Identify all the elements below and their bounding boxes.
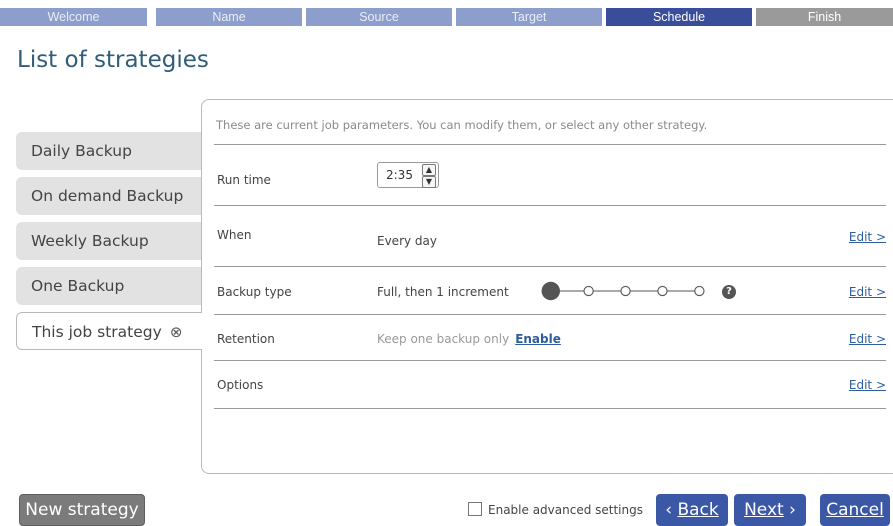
back-arrow-icon: ‹ [665,500,673,520]
retention-label: Retention [217,332,275,346]
step-target[interactable]: Target [456,8,602,26]
back-label: Back [677,500,719,520]
next-button[interactable]: Next › [734,494,806,526]
advanced-settings-label: Enable advanced settings [488,503,643,517]
when-row: When Every day Edit > [214,205,886,267]
retention-edit-link[interactable]: Edit > [849,332,886,346]
strategy-on-demand-backup[interactable]: On demand Backup [16,177,202,215]
options-row: Options Edit > [214,360,886,409]
wizard-steps: Welcome Name Source Target Schedule Fini… [0,8,893,26]
run-time-label: Run time [217,173,271,187]
new-strategy-button[interactable]: New strategy [19,494,145,526]
step-schedule[interactable]: Schedule [606,8,752,26]
backup-type-row: Backup type Full, then 1 increment ? Edi… [214,266,886,315]
slider-step[interactable] [657,285,668,297]
next-arrow-icon: › [789,500,796,520]
strategy-weekly-backup[interactable]: Weekly Backup [16,222,202,260]
increment-up-icon[interactable]: ▲ [422,164,436,176]
advanced-settings-checkbox[interactable] [468,502,482,516]
back-button[interactable]: ‹ Back [656,494,728,526]
step-name[interactable]: Name [156,8,302,26]
slider-step[interactable] [583,285,594,297]
run-time-row: Run time 2:35 ▲ ▼ [214,144,886,206]
options-edit-link[interactable]: Edit > [849,378,886,392]
slider-step[interactable] [694,285,705,297]
strategy-daily-backup[interactable]: Daily Backup [16,132,202,170]
backup-type-label: Backup type [217,285,292,299]
strategy-label: Daily Backup [31,142,132,160]
help-icon[interactable]: ? [722,285,736,299]
backup-type-edit-link[interactable]: Edit > [849,285,886,299]
cancel-button[interactable]: Cancel [820,494,890,526]
strategy-label: This job strategy [32,323,162,341]
step-source[interactable]: Source [306,8,452,26]
strategy-one-backup[interactable]: One Backup [16,267,202,305]
advanced-settings-toggle[interactable]: Enable advanced settings [468,502,643,517]
strategy-label: Weekly Backup [31,232,149,250]
strategy-this-job[interactable]: This job strategy ⊗ [16,312,202,350]
options-label: Options [217,378,264,392]
run-time-stepper[interactable]: 2:35 ▲ ▼ [377,162,439,188]
retention-enable-link[interactable]: Enable [515,332,561,346]
panel-intro: These are current job parameters. You ca… [216,118,708,132]
job-parameters-panel: These are current job parameters. You ca… [201,99,893,474]
retention-value: Keep one backup only Enable [377,332,561,346]
step-welcome[interactable]: Welcome [0,8,147,26]
retention-text: Keep one backup only [377,332,510,346]
backup-type-value: Full, then 1 increment [377,285,509,299]
strategy-label: One Backup [31,277,125,295]
next-label: Next [744,500,784,520]
when-value: Every day [377,234,437,248]
step-finish: Finish [756,8,893,26]
when-label: When [217,228,252,242]
when-edit-link[interactable]: Edit > [849,230,886,244]
run-time-value[interactable]: 2:35 [386,168,413,182]
slider-handle[interactable] [541,281,560,301]
backup-type-slider[interactable] [532,279,732,303]
page-title: List of strategies [17,47,209,73]
cancel-label: Cancel [826,500,884,520]
retention-row: Retention Keep one backup only Enable Edi… [214,314,886,361]
strategy-label: On demand Backup [31,187,184,205]
remove-strategy-icon[interactable]: ⊗ [170,323,183,341]
slider-step[interactable] [620,285,631,297]
decrement-down-icon[interactable]: ▼ [422,176,436,188]
